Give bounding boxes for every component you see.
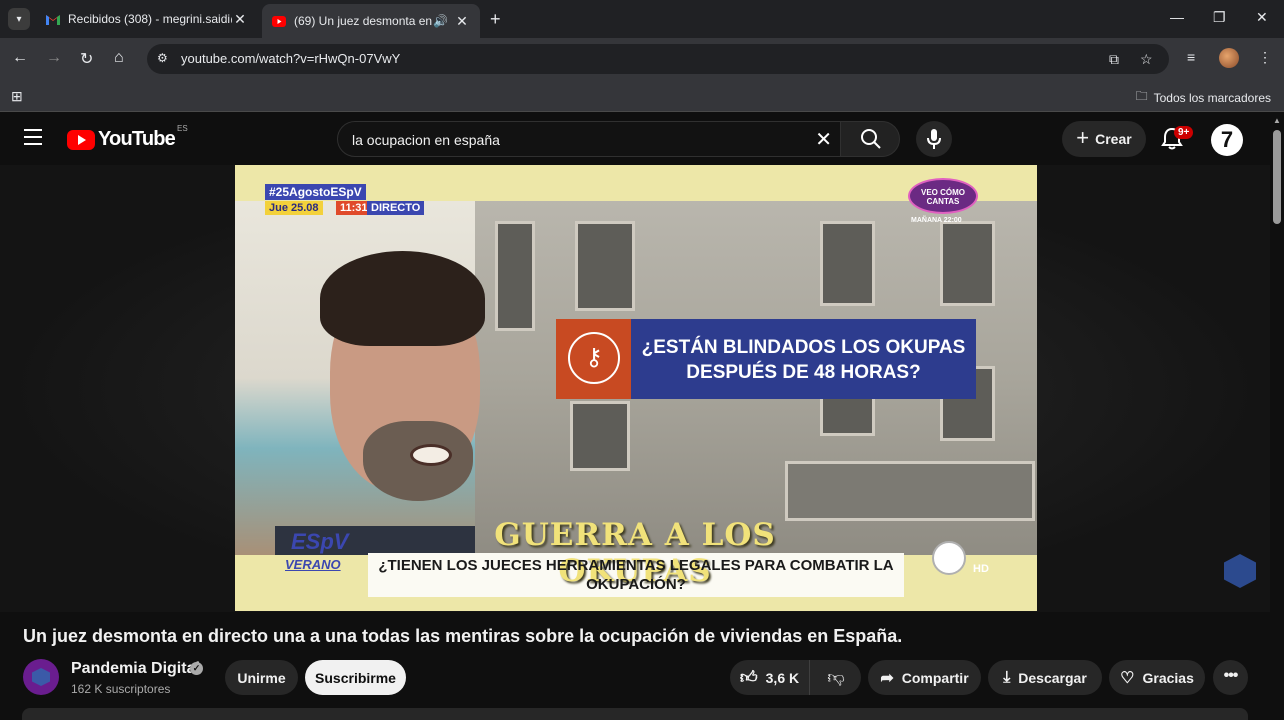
bookmark-star-icon[interactable]: ☆: [1140, 51, 1153, 68]
video-presenter: [235, 201, 485, 596]
microphone-icon: [927, 129, 941, 149]
plus-icon: +: [1076, 124, 1090, 150]
subtitle-text: ¿TIENEN LOS JUECES HERRAMIENTAS LEGALES …: [368, 556, 904, 594]
join-button[interactable]: Unirme: [225, 660, 298, 695]
youtube-icon: [272, 15, 286, 27]
share-label: Compartir: [901, 669, 969, 686]
create-button[interactable]: + Crear: [1062, 121, 1146, 157]
tab-gmail[interactable]: Recibidos (308) - megrini.saidi@ ✕: [36, 4, 258, 34]
browser-menu-icon[interactable]: ⋮: [1258, 49, 1272, 66]
heart-dollar-icon: ♡: [1120, 669, 1135, 687]
share-button[interactable]: ➦ Compartir: [868, 660, 981, 695]
video-player[interactable]: #25AgostoESpV Jue 25.08 11:31 DIRECTO VE…: [235, 165, 1037, 611]
subscribe-button[interactable]: Suscribirme: [305, 660, 406, 695]
folder-icon: 🗀: [1135, 89, 1148, 103]
join-label: Unirme: [237, 669, 286, 686]
user-avatar[interactable]: 7: [1211, 124, 1243, 156]
tab-search-icon[interactable]: ▾: [8, 8, 30, 30]
like-dislike-group: 👍︎ 3,6 K 👎︎: [730, 660, 861, 695]
program-sub-logo: VERANO: [285, 557, 341, 572]
forward-icon[interactable]: →: [46, 49, 62, 67]
date-badge: Jue 25.08: [265, 201, 323, 215]
create-label: Crear: [1095, 131, 1132, 147]
download-button[interactable]: ⤓ Descargar: [988, 660, 1102, 695]
youtube-wordmark: YouTube: [98, 128, 176, 150]
share-arrow-icon: ➦: [880, 669, 894, 687]
question-line-1: ¿ESTÁN BLINDADOS LOS OKUPAS: [641, 337, 966, 358]
description-box-edge[interactable]: [22, 708, 1248, 720]
scrollbar-thumb[interactable]: [1273, 130, 1281, 224]
bookmarks-bar: ⊞ 🗀 Todos los marcadores: [0, 80, 1284, 112]
verified-check-icon: ✓: [190, 662, 203, 675]
tab-youtube[interactable]: (69) Un juez desmonta en di 🔊 ✕: [262, 4, 480, 38]
scroll-up-icon[interactable]: ▲: [1273, 116, 1281, 125]
close-window-icon[interactable]: ✕: [1256, 9, 1268, 26]
subtitle-line-2: OKUPACIÓN?: [586, 576, 686, 593]
subscribe-label: Suscribirme: [315, 669, 396, 686]
thanks-button[interactable]: ♡ Gracias: [1109, 660, 1205, 695]
dislike-button[interactable]: 👎︎: [811, 660, 861, 695]
country-code: ES: [176, 124, 188, 133]
thumbs-down-icon: 👎︎: [827, 668, 845, 687]
download-icon: ⤓: [1003, 668, 1011, 686]
all-bookmarks-button[interactable]: 🗀 Todos los marcadores: [1136, 87, 1271, 108]
channel-avatar[interactable]: [23, 659, 59, 695]
reload-icon[interactable]: ↻: [80, 49, 93, 69]
speaker-icon[interactable]: 🔊: [433, 14, 448, 28]
browser-toolbar: ← → ↻ ⌂ ⚙ youtube.com/watch?v=rHwQn-07Vw…: [0, 38, 1284, 80]
install-app-icon[interactable]: ⧉: [1109, 51, 1119, 68]
show-promo-time: MAÑANA 22:00: [911, 217, 962, 224]
live-badge: DIRECTO: [367, 201, 425, 215]
gmail-icon: [46, 14, 60, 25]
restore-icon[interactable]: ❐: [1213, 9, 1226, 26]
more-actions-icon[interactable]: •••: [1213, 660, 1248, 695]
url-text: youtube.com/watch?v=rHwQn-07VwY: [181, 51, 401, 66]
tab-title: Recibidos (308) - megrini.saidi@: [68, 12, 232, 26]
youtube-logo[interactable]: YouTube ES: [67, 124, 188, 151]
close-tab-icon[interactable]: ✕: [232, 11, 248, 28]
youtube-header: YouTube ES la ocupacion en españa ✕ + Cr…: [0, 113, 1284, 165]
hd-label: HD: [973, 563, 989, 575]
close-tab-icon[interactable]: ✕: [454, 13, 470, 30]
site-info-icon[interactable]: ⚙: [157, 51, 173, 67]
apps-grid-icon[interactable]: ⊞: [11, 88, 23, 105]
new-tab-icon[interactable]: +: [490, 9, 501, 30]
question-text: ¿ESTÁN BLINDADOS LOS OKUPAS DESPUÉS DE 4…: [631, 335, 976, 385]
download-label: Descargar: [1018, 669, 1087, 686]
search-icon: [861, 129, 881, 149]
key-icon: ⚷: [568, 332, 620, 384]
program-logo: ESpV: [291, 529, 349, 554]
voice-search-button[interactable]: [916, 121, 952, 157]
tab-title: (69) Un juez desmonta en di: [294, 14, 434, 28]
channel-name[interactable]: Pandemia Digital: [71, 660, 200, 678]
video-title: Un juez desmonta en directo una a una to…: [23, 626, 903, 646]
profile-avatar[interactable]: [1219, 48, 1239, 68]
back-icon[interactable]: ←: [12, 49, 28, 67]
notification-count-badge: 9+: [1174, 126, 1194, 139]
like-button[interactable]: 👍︎ 3,6 K: [730, 660, 810, 695]
search-button[interactable]: [840, 121, 900, 157]
youtube-play-icon: [67, 129, 95, 150]
search-input[interactable]: la ocupacion en españa ✕: [337, 121, 841, 157]
home-icon[interactable]: ⌂: [114, 49, 124, 67]
browser-tab-strip: ▾ Recibidos (308) - megrini.saidi@ ✕ (69…: [0, 0, 1284, 38]
tv-channel-logo: [932, 541, 966, 575]
hashtag-badge: #25AgostoESpV: [265, 184, 366, 200]
question-line-2: DESPUÉS DE 48 HORAS?: [686, 362, 921, 383]
thanks-label: Gracias: [1142, 669, 1194, 686]
search-query: la ocupacion en españa: [352, 132, 500, 148]
address-bar[interactable]: ⚙ youtube.com/watch?v=rHwQn-07VwY ⧉ ☆: [147, 44, 1169, 74]
subscriber-count: 162 K suscriptores: [71, 682, 171, 696]
show-promo-badge: VEO CÓMO CANTAS: [908, 178, 978, 214]
all-bookmarks-label: Todos los marcadores: [1153, 90, 1271, 105]
like-count: 3,6 K: [765, 669, 800, 686]
clear-search-icon[interactable]: ✕: [815, 127, 832, 152]
hamburger-menu-icon[interactable]: [24, 129, 42, 150]
minimize-icon[interactable]: —: [1170, 9, 1184, 25]
reading-list-icon[interactable]: ≡: [1187, 49, 1195, 65]
thumbs-up-icon: 👍︎: [739, 668, 758, 687]
subtitle-line-1: ¿TIENEN LOS JUECES HERRAMIENTAS LEGALES …: [378, 557, 894, 574]
